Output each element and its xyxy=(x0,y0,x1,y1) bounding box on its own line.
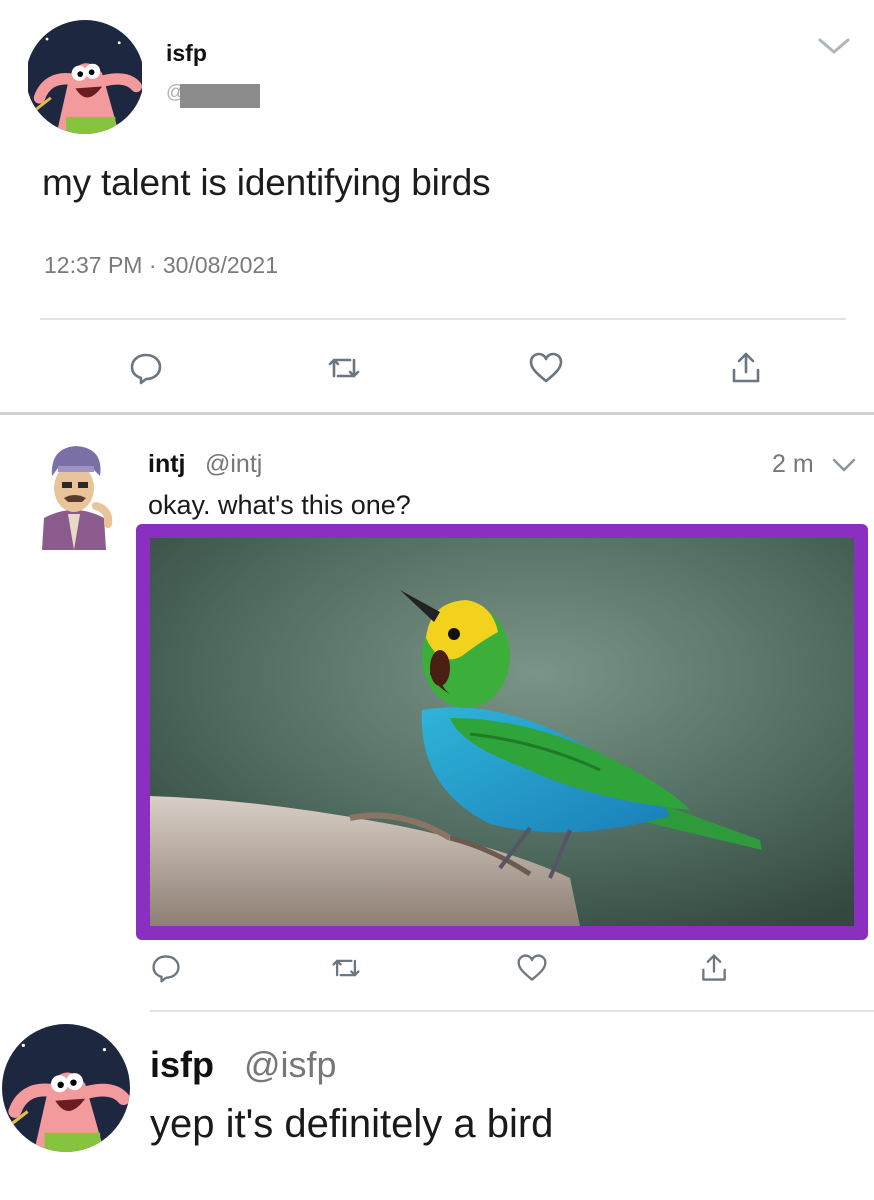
divider xyxy=(150,1010,874,1012)
divider xyxy=(0,412,874,415)
avatar[interactable] xyxy=(2,1024,130,1152)
timestamp[interactable]: 2 m xyxy=(772,450,814,479)
bird-photo[interactable] xyxy=(136,524,868,940)
chevron-down-icon[interactable] xyxy=(814,30,854,60)
display-name[interactable]: isfp xyxy=(150,1044,214,1086)
tweet-text: okay. what's this one? xyxy=(148,490,411,520)
divider xyxy=(40,318,846,320)
handle[interactable]: @intj xyxy=(205,450,262,479)
display-name[interactable]: intj xyxy=(148,450,186,479)
retweet-icon[interactable] xyxy=(330,952,362,984)
handle[interactable]: @isfp xyxy=(244,1044,337,1086)
avatar[interactable] xyxy=(26,20,144,134)
reply-icon[interactable] xyxy=(128,350,164,386)
retweet-icon[interactable] xyxy=(326,350,362,386)
share-icon[interactable] xyxy=(698,952,730,984)
main-tweet: isfp @ my talent is identifying birds 12… xyxy=(0,0,874,414)
share-icon[interactable] xyxy=(728,350,764,386)
like-icon[interactable] xyxy=(516,952,548,984)
redaction-box xyxy=(180,84,260,108)
like-icon[interactable] xyxy=(528,350,564,386)
reply-icon[interactable] xyxy=(150,952,182,984)
avatar[interactable] xyxy=(34,440,114,550)
tweet-text: my talent is identifying birds xyxy=(42,162,491,203)
tweet-text: yep it's definitely a bird xyxy=(150,1102,554,1146)
display-name[interactable]: isfp xyxy=(166,40,207,67)
chevron-down-icon[interactable] xyxy=(830,452,858,476)
timestamp[interactable]: 12:37 PM · 30/08/2021 xyxy=(44,252,278,279)
